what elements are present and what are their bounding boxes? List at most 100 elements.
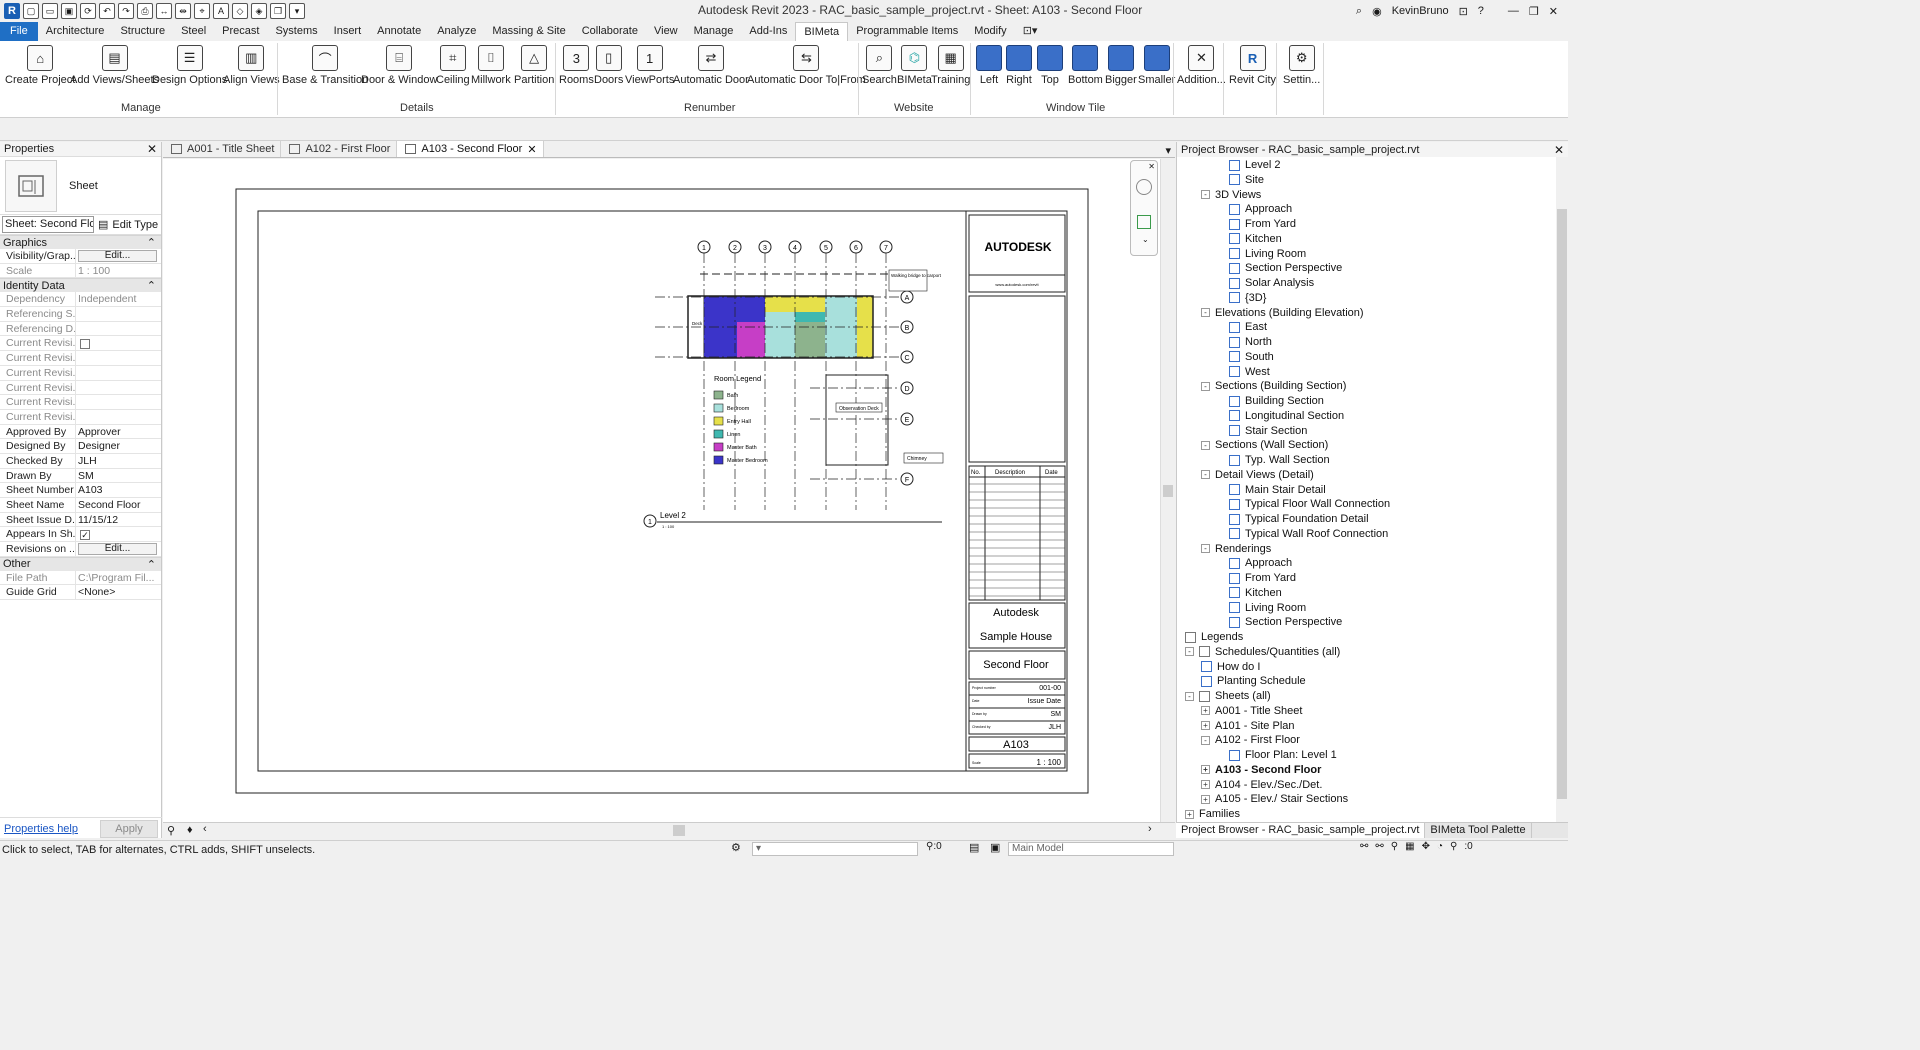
browser-item[interactable]: {3D} xyxy=(1229,291,1266,305)
design-options-button[interactable]: ☰ Design Options xyxy=(152,43,227,86)
edit-button[interactable]: Edit... xyxy=(78,543,157,556)
browser-item[interactable]: East xyxy=(1229,320,1267,334)
tab-massing-site[interactable]: Massing & Site xyxy=(484,22,573,41)
tile-smaller-button[interactable]: Smaller xyxy=(1138,43,1175,86)
tile-right-button[interactable]: Right xyxy=(1006,43,1032,86)
property-value[interactable] xyxy=(76,381,161,395)
align-views-button[interactable]: ▥ Align Views xyxy=(223,43,280,86)
viewports-button[interactable]: 1 ViewPorts xyxy=(625,43,674,86)
property-value[interactable]: 1 : 100 xyxy=(76,264,161,278)
browser-item[interactable]: Site xyxy=(1229,173,1264,187)
property-row[interactable]: Current Revisi... xyxy=(0,395,161,410)
expand-icon[interactable]: + xyxy=(1201,780,1210,789)
property-row[interactable]: Current Revisi... xyxy=(0,365,161,381)
property-row[interactable]: Referencing S... xyxy=(0,307,161,322)
browser-item[interactable]: From Yard xyxy=(1229,217,1296,231)
navigation-bar[interactable]: ✕ ⌄ xyxy=(1130,160,1158,256)
select-links-icon[interactable]: ⚯ xyxy=(1360,841,1368,852)
property-row[interactable]: Appears In Sh... ✓ xyxy=(0,527,161,543)
browser-item[interactable]: Level 2 xyxy=(1229,158,1280,172)
edit-button[interactable]: Edit... xyxy=(78,250,157,262)
browser-item[interactable]: - Detail Views (Detail) xyxy=(1201,468,1314,482)
tab-file[interactable]: File xyxy=(0,22,38,41)
workset-dropdown[interactable]: ▾ xyxy=(752,842,918,856)
property-value[interactable] xyxy=(76,307,161,321)
browser-item[interactable]: Living Room xyxy=(1229,247,1306,261)
close-icon[interactable]: ✕ xyxy=(1148,162,1155,171)
revit-logo-icon[interactable]: R xyxy=(4,3,20,19)
property-value[interactable]: Approver xyxy=(76,425,161,439)
browser-item[interactable]: Approach xyxy=(1229,556,1292,570)
property-row[interactable]: Sheet Name Second Floor xyxy=(0,498,161,513)
property-checkbox[interactable] xyxy=(76,336,161,350)
close-tab-icon[interactable]: ✕ xyxy=(527,143,536,156)
measure-icon[interactable]: ↔ xyxy=(156,3,172,19)
training-button[interactable]: ▦ Training xyxy=(931,43,970,86)
drag-elements-icon[interactable]: ✥ xyxy=(1422,841,1430,852)
expand-icon[interactable]: + xyxy=(1201,765,1210,775)
browser-item[interactable]: Typical Floor Wall Connection xyxy=(1229,497,1390,511)
browser-item[interactable]: + A101 - Site Plan xyxy=(1201,719,1295,733)
collapse-icon[interactable]: - xyxy=(1201,544,1210,553)
drawing-area[interactable]: AUTODESK www.autodesk.com/revit No. Desc… xyxy=(163,159,1163,822)
property-row[interactable]: Sheet Issue D... 11/15/12 xyxy=(0,512,161,528)
browser-item[interactable]: Section Perspective xyxy=(1229,261,1342,275)
property-row[interactable]: Drawn By SM xyxy=(0,468,161,484)
customize-qat-icon[interactable]: ▾ xyxy=(289,3,305,19)
view-control-icon[interactable]: ⚲ xyxy=(167,824,175,837)
tab-collaborate[interactable]: Collaborate xyxy=(574,22,646,41)
minimize-icon[interactable]: — xyxy=(1508,5,1519,17)
browser-item[interactable]: Building Section xyxy=(1229,394,1324,408)
property-checkbox[interactable]: ✓ xyxy=(76,527,161,541)
expand-icon[interactable]: + xyxy=(1201,794,1210,804)
tab-bimeta-tool-palette[interactable]: BIMeta Tool Palette xyxy=(1425,823,1532,838)
browser-item[interactable]: Longitudinal Section xyxy=(1229,409,1344,423)
sections-icon[interactable]: ◈ xyxy=(251,3,267,19)
zoom-icon[interactable] xyxy=(1137,215,1151,229)
close-icon[interactable]: ✕ xyxy=(1549,5,1558,18)
property-row[interactable]: Current Revisi... xyxy=(0,351,161,366)
browser-item[interactable]: From Yard xyxy=(1229,571,1296,585)
bimeta-button[interactable]: ⌬ BIMeta xyxy=(897,43,932,86)
collapse-icon[interactable]: ⌃ xyxy=(147,236,156,249)
door-window-button[interactable]: ⌸ Door & Window xyxy=(361,43,437,86)
3d-view-icon[interactable]: ◇ xyxy=(232,3,248,19)
cart-icon[interactable]: ⊡ xyxy=(1459,5,1468,18)
property-row[interactable]: Referencing D... xyxy=(0,321,161,337)
browser-item[interactable]: Solar Analysis xyxy=(1229,276,1314,290)
collapse-icon[interactable]: - xyxy=(1201,735,1210,745)
tab-systems[interactable]: Systems xyxy=(267,22,325,41)
browser-item[interactable]: - Elevations (Building Elevation) xyxy=(1201,306,1364,320)
user-icon[interactable]: ◉ xyxy=(1372,5,1382,18)
hide-crop-icon[interactable]: ♦ xyxy=(187,824,193,836)
user-name[interactable]: KevinBruno xyxy=(1392,5,1449,17)
ribbon-options-icon[interactable]: ⊡▾ xyxy=(1015,22,1046,41)
switch-windows-icon[interactable]: ❐ xyxy=(270,3,286,19)
undo-icon[interactable]: ↶ xyxy=(99,3,115,19)
property-row[interactable]: Sheet Number A103 xyxy=(0,483,161,498)
property-row[interactable]: Checked By JLH xyxy=(0,453,161,469)
scroll-right-icon[interactable]: › xyxy=(1148,823,1152,835)
property-row[interactable]: Approved By Approver xyxy=(0,424,161,440)
checkbox[interactable]: ✓ xyxy=(80,529,90,540)
tab-structure[interactable]: Structure xyxy=(112,22,173,41)
browser-item[interactable]: + A105 - Elev./ Stair Sections xyxy=(1201,792,1348,806)
select-pinned-icon[interactable]: ⚲ xyxy=(1391,841,1398,852)
property-row[interactable]: Current Revisi... xyxy=(0,336,161,352)
property-value[interactable] xyxy=(76,366,161,380)
tab-precast[interactable]: Precast xyxy=(214,22,267,41)
select-underlay-icon[interactable]: ⚯ xyxy=(1375,841,1383,852)
collapse-icon[interactable]: - xyxy=(1201,381,1210,391)
property-value[interactable]: SM xyxy=(76,469,161,483)
open-folder-icon[interactable]: ▭ xyxy=(42,3,58,19)
browser-item[interactable]: - A102 - First Floor xyxy=(1201,733,1300,747)
text-icon[interactable]: A xyxy=(213,3,229,19)
tab-steel[interactable]: Steel xyxy=(173,22,214,41)
tab-annotate[interactable]: Annotate xyxy=(369,22,429,41)
tile-bigger-button[interactable]: Bigger xyxy=(1105,43,1137,86)
browser-item[interactable]: + A103 - Second Floor xyxy=(1201,763,1321,777)
tab-project-browser[interactable]: Project Browser - RAC_basic_sample_proje… xyxy=(1176,823,1426,838)
addition-button[interactable]: ✕ Addition... xyxy=(1177,43,1226,86)
property-value[interactable]: JLH xyxy=(76,454,161,468)
property-row[interactable]: File Path C:\Program Fil... xyxy=(0,570,161,586)
